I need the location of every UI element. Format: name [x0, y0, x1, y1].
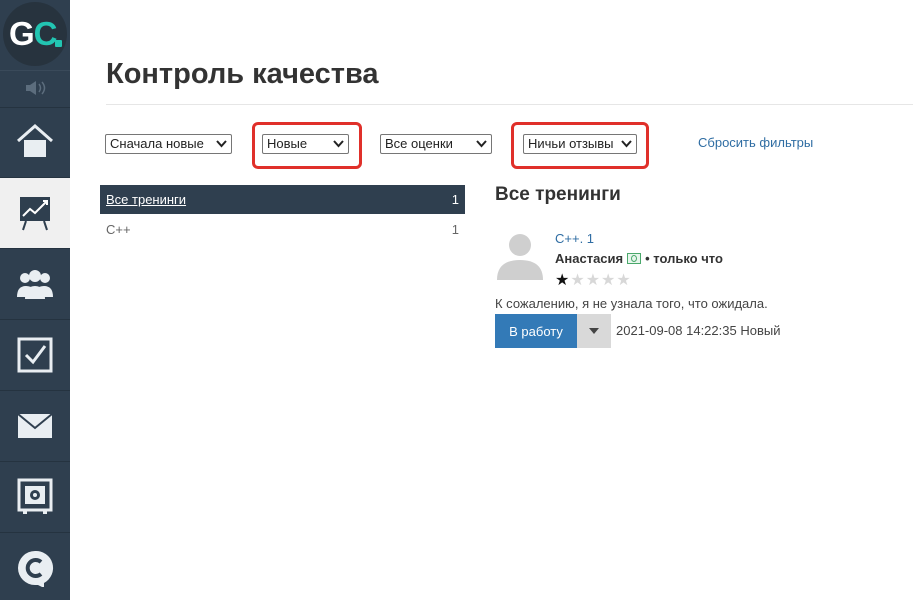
sort-select[interactable]: Сначала новые: [105, 134, 232, 154]
course-link[interactable]: C++. 1: [555, 231, 594, 246]
safe-icon: [17, 478, 53, 514]
rating-select[interactable]: Все оценки: [380, 134, 492, 154]
review-author: Анастасия • только что: [555, 251, 723, 266]
reset-filters-link[interactable]: Сбросить фильтры: [698, 135, 813, 150]
status-select[interactable]: Новые: [262, 134, 349, 154]
avatar: [497, 234, 543, 280]
owner-select[interactable]: Ничьи отзывы: [523, 134, 637, 154]
star-empty-icon: ★: [616, 272, 632, 289]
sidebar-item-analytics[interactable]: [0, 178, 70, 249]
sidebar-item-safe[interactable]: [0, 462, 70, 533]
list-item-all-trainings[interactable]: Все тренинги 1: [100, 185, 465, 214]
author-name[interactable]: Анастасия: [555, 251, 623, 266]
divider: [106, 104, 913, 105]
caret-down-icon: [589, 328, 599, 334]
sidebar-item-home[interactable]: [0, 107, 70, 178]
chat-c-icon: [18, 550, 54, 587]
sidebar-item-chat[interactable]: [0, 533, 70, 603]
review-time: • только что: [645, 251, 723, 266]
star-empty-icon: ★: [585, 272, 602, 289]
take-to-work-button[interactable]: В работу: [495, 314, 577, 348]
home-icon: [17, 123, 53, 157]
sidebar: GC: [0, 0, 70, 600]
review-meta: 2021-09-08 14:22:35 Новый: [616, 323, 781, 338]
section-title: Все тренинги: [495, 184, 621, 205]
money-icon: [627, 253, 642, 264]
rating-stars: ★★★★★: [555, 270, 632, 290]
checkbox-icon: [17, 337, 53, 373]
star-filled-icon: ★: [555, 272, 571, 289]
speaker-icon[interactable]: [0, 70, 70, 108]
page-title: Контроль качества: [106, 58, 379, 90]
list-item[interactable]: C++ 1: [100, 221, 465, 241]
sidebar-item-mail[interactable]: [0, 391, 70, 462]
review-text: К сожалению, я не узнала того, что ожида…: [495, 296, 768, 311]
users-group-icon: [17, 270, 53, 299]
logo[interactable]: GC: [0, 0, 70, 70]
sidebar-item-users[interactable]: [0, 249, 70, 320]
action-dropdown-button[interactable]: [577, 314, 611, 348]
chevron-down-icon: [216, 140, 227, 148]
chevron-down-icon: [476, 140, 487, 148]
sidebar-item-tasks[interactable]: [0, 320, 70, 391]
chevron-down-icon: [621, 140, 632, 148]
chevron-down-icon: [333, 140, 344, 148]
star-empty-icon: ★: [570, 272, 586, 289]
presentation-chart-icon: [20, 197, 50, 231]
star-empty-icon: ★: [601, 272, 617, 289]
mail-icon: [17, 413, 53, 438]
